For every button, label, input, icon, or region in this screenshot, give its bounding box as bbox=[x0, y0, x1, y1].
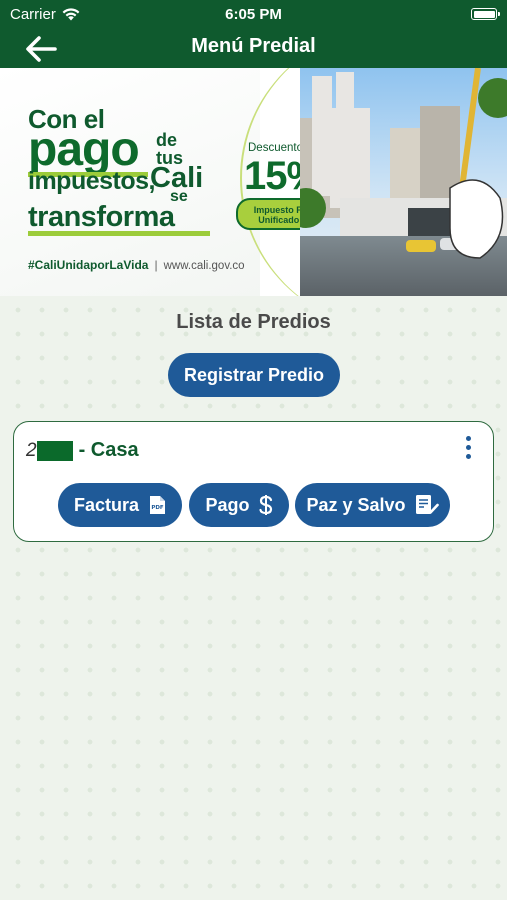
predio-name: - Casa bbox=[78, 439, 139, 461]
banner-line-4: transforma bbox=[28, 201, 175, 233]
banner-underline-2 bbox=[28, 231, 210, 236]
app-header: Carrier 6:05 PM Menú Predial bbox=[0, 0, 507, 68]
document-check-icon bbox=[415, 495, 439, 514]
banner-text-area: Con el pago de tus impuestos, Cali se tr… bbox=[0, 68, 260, 296]
city-photo bbox=[300, 68, 507, 296]
svg-text:PDF: PDF bbox=[151, 505, 164, 511]
banner-separator: | bbox=[154, 258, 158, 272]
predio-title: 2 - Casa bbox=[26, 439, 139, 462]
banner-footer: #CaliUnidaporLaVida | www.cali.gov.co bbox=[28, 258, 245, 272]
banner-line-2-small-a: de bbox=[156, 130, 178, 150]
factura-button[interactable]: Factura PDF bbox=[58, 483, 182, 527]
pencil-hand-icon bbox=[449, 68, 504, 259]
predio-number: 2 bbox=[26, 439, 37, 461]
banner-hashtag: #CaliUnidaporLaVida bbox=[28, 258, 149, 272]
predio-card: 2 - Casa Factura PDF Pago Paz y Salvo bbox=[13, 421, 494, 542]
paz-y-salvo-button[interactable]: Paz y Salvo bbox=[295, 483, 450, 527]
register-predio-button[interactable]: Registrar Predio bbox=[168, 353, 340, 397]
page-title: Menú Predial bbox=[191, 35, 316, 57]
more-options-icon[interactable] bbox=[463, 436, 473, 462]
factura-label: Factura bbox=[73, 494, 140, 515]
pago-button[interactable]: Pago bbox=[189, 483, 289, 527]
pago-label: Pago bbox=[205, 494, 250, 515]
banner-line-3: impuestos, bbox=[28, 167, 155, 195]
promo-banner: Con el pago de tus impuestos, Cali se tr… bbox=[0, 68, 507, 296]
battery-icon bbox=[471, 8, 500, 20]
list-title: Lista de Predios bbox=[176, 311, 331, 333]
pdf-file-icon: PDF bbox=[150, 496, 166, 514]
status-bar: Carrier 6:05 PM bbox=[0, 4, 507, 24]
status-time: 6:05 PM bbox=[225, 6, 282, 23]
paz-y-salvo-label: Paz y Salvo bbox=[306, 494, 406, 515]
banner-url: www.cali.gov.co bbox=[163, 260, 245, 272]
redacted-block bbox=[36, 440, 73, 461]
dollar-icon bbox=[258, 495, 272, 515]
